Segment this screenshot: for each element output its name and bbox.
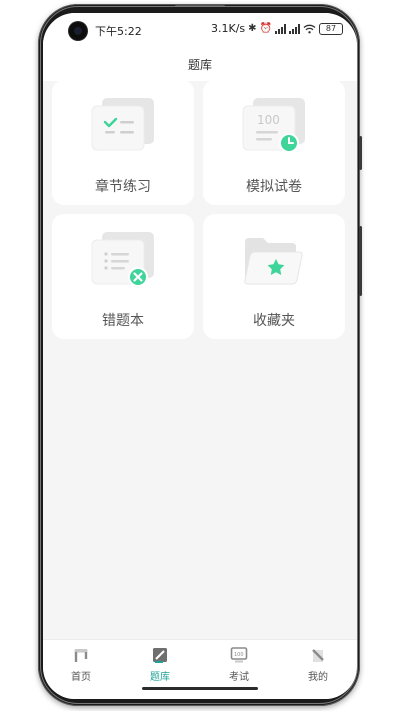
- wifi-icon: [303, 24, 316, 33]
- profile-icon: [312, 649, 324, 662]
- tab-home[interactable]: 首页: [56, 646, 106, 683]
- card-label: 错题本: [102, 313, 144, 329]
- power-button: [359, 226, 362, 296]
- page-title: 题库: [187, 58, 212, 72]
- favorite-folder-icon: [244, 238, 303, 285]
- svg-text:100: 100: [257, 113, 280, 127]
- wrong-list-icon: [91, 232, 154, 287]
- status-bar: 下午5:22 3.1K/s ✱ ⏰ 87: [43, 13, 357, 47]
- status-indicators: 3.1K/s ✱ ⏰ 87: [211, 22, 343, 35]
- tab-question-bank[interactable]: 题库: [135, 646, 185, 683]
- card-favorites[interactable]: 收藏夹: [203, 214, 345, 339]
- card-label: 章节练习: [95, 179, 151, 195]
- card-label: 收藏夹: [253, 313, 295, 329]
- tab-label: 题库: [150, 672, 170, 683]
- volume-button: [359, 136, 362, 170]
- tab-label: 考试: [229, 672, 249, 683]
- tab-label: 我的: [308, 672, 328, 683]
- card-label: 模拟试卷: [246, 179, 302, 195]
- card-mock-exam[interactable]: 100 模拟试卷: [203, 80, 345, 205]
- title-bar: 题库: [43, 47, 357, 81]
- tab-exam[interactable]: 100 考试: [214, 646, 264, 683]
- speaker-grille: [175, 5, 225, 7]
- app-screen: 下午5:22 3.1K/s ✱ ⏰ 87 题库 章节练习 100 模拟试卷 错题…: [43, 13, 357, 699]
- card-wrong-questions[interactable]: 错题本: [52, 214, 194, 339]
- exam-paper-clock-icon: 100: [242, 98, 305, 153]
- card-chapter-practice[interactable]: 章节练习: [52, 80, 194, 205]
- svg-text:100: 100: [234, 652, 244, 658]
- checklist-icon: [91, 98, 154, 151]
- net-speed: 3.1K/s: [211, 22, 246, 35]
- exam-icon: 100: [230, 647, 248, 663]
- tab-profile[interactable]: 我的: [293, 646, 343, 683]
- signal-strength-icon-2: [289, 23, 300, 34]
- bottom-tab-bar: 首页 题库 100 考试 我的: [43, 639, 357, 699]
- battery-icon: 87: [319, 22, 343, 35]
- signal-strength-icon: [275, 23, 286, 34]
- front-camera: [69, 22, 87, 40]
- home-indicator: [142, 687, 258, 690]
- alarm-icon: ⏰: [259, 22, 272, 34]
- question-bank-icon: [153, 648, 167, 663]
- home-icon: [74, 649, 88, 662]
- tab-label: 首页: [71, 672, 91, 683]
- status-time: 下午5:22: [95, 25, 142, 38]
- bluetooth-icon: ✱: [248, 22, 257, 34]
